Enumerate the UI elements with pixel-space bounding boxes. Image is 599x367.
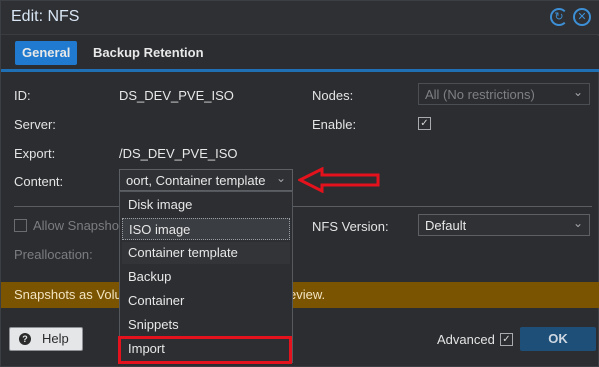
chevron-down-icon[interactable]: ⌄	[573, 85, 583, 99]
allow-snapshots-label: Allow Snapshots	[33, 218, 130, 233]
arrow-annotation-icon	[298, 167, 380, 193]
help-button-label: Help	[42, 331, 69, 346]
content-option-snippets[interactable]: Snippets	[122, 314, 290, 336]
export-label: Export:	[14, 146, 56, 161]
nfs-version-label: NFS Version:	[312, 219, 389, 234]
nodes-label: Nodes:	[312, 88, 354, 103]
warning-bar: Snapshots as Volu eview.	[1, 282, 599, 308]
tab-bar: General Backup Retention	[1, 36, 599, 72]
content-label: Content:	[14, 174, 64, 189]
content-select[interactable]: oort, Container template ⌄	[119, 169, 293, 191]
content-select-value: oort, Container template	[126, 173, 266, 188]
tab-general[interactable]: General	[15, 41, 78, 65]
enable-label: Enable:	[312, 117, 357, 132]
content-option-container[interactable]: Container	[122, 290, 290, 312]
title-bar: Edit: NFS ↻ ✕	[1, 1, 599, 35]
nodes-select-value: All (No restrictions)	[425, 87, 535, 102]
server-label: Server:	[14, 117, 56, 132]
dialog-footer: ? Help Advanced ✓ OK	[1, 319, 599, 367]
question-icon: ?	[19, 333, 31, 345]
chevron-down-icon[interactable]: ⌄	[573, 216, 583, 230]
warning-text-right: eview.	[289, 287, 326, 302]
advanced-checkbox[interactable]: ✓	[500, 333, 513, 346]
close-icon[interactable]: ✕	[573, 8, 591, 26]
nfs-version-select[interactable]: Default ⌄	[418, 214, 590, 236]
edit-nfs-dialog: Edit: NFS ↻ ✕ General Backup Retention I…	[0, 0, 599, 367]
ok-button[interactable]: OK	[520, 327, 596, 351]
preallocation-label: Preallocation:	[14, 247, 93, 262]
id-label: ID:	[14, 88, 31, 103]
enable-checkbox[interactable]: ✓	[418, 117, 431, 130]
content-option-container-template[interactable]: Container template	[122, 242, 290, 264]
advanced-label: Advanced	[437, 332, 495, 347]
nfs-version-value: Default	[425, 218, 467, 233]
content-option-disk-image[interactable]: Disk image	[122, 194, 290, 216]
dialog-title: Edit: NFS	[11, 8, 80, 25]
import-highlight-box	[118, 336, 292, 364]
allow-snapshots-checkbox[interactable]	[14, 219, 27, 232]
help-button[interactable]: ? Help	[9, 327, 83, 351]
nodes-select[interactable]: All (No restrictions) ⌄	[418, 83, 590, 105]
content-option-iso-image[interactable]: ISO image	[122, 218, 290, 240]
tab-backup-retention[interactable]: Backup Retention	[86, 41, 211, 65]
chevron-down-icon[interactable]: ⌄	[276, 171, 286, 185]
reset-icon[interactable]: ↻	[550, 8, 568, 26]
export-value: /DS_DEV_PVE_ISO	[119, 146, 238, 161]
content-option-backup[interactable]: Backup	[122, 266, 290, 288]
id-value: DS_DEV_PVE_ISO	[119, 88, 234, 103]
section-divider	[14, 206, 592, 207]
warning-text-left: Snapshots as Volu	[14, 287, 122, 302]
